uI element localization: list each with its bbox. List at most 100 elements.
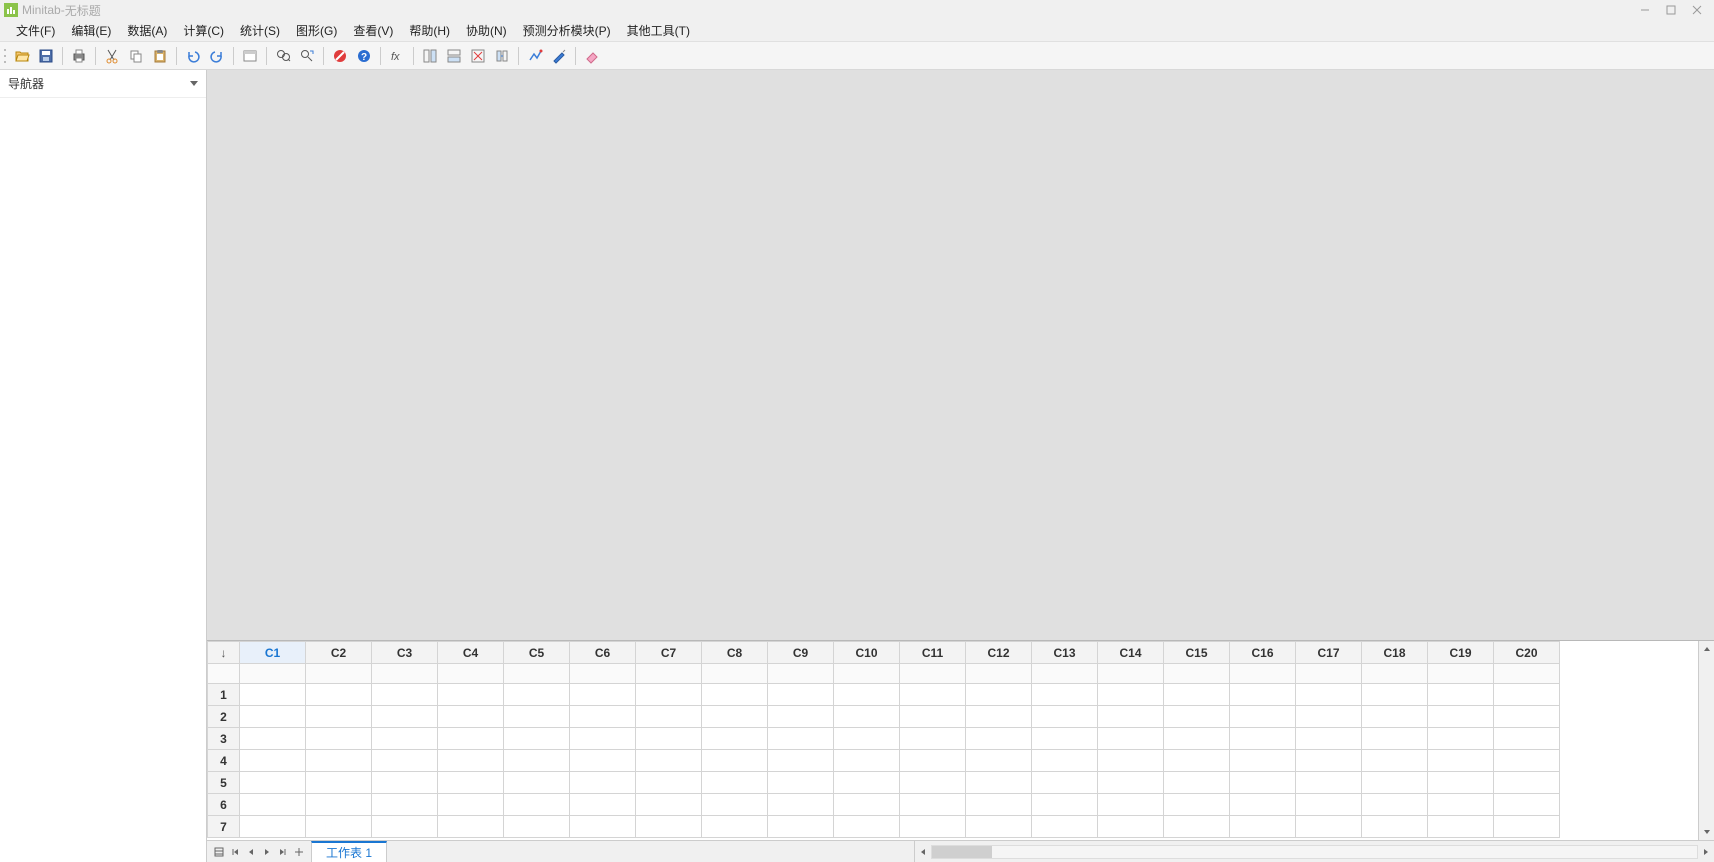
- data-cell[interactable]: [900, 750, 966, 772]
- menu-stat[interactable]: 统计(S): [232, 20, 288, 41]
- data-cell[interactable]: [636, 706, 702, 728]
- data-cell[interactable]: [570, 728, 636, 750]
- data-cell[interactable]: [1164, 684, 1230, 706]
- column-name-cell[interactable]: [1098, 664, 1164, 684]
- menu-assist[interactable]: 协助(N): [458, 20, 515, 41]
- undo-button[interactable]: [182, 45, 204, 67]
- data-cell[interactable]: [1032, 706, 1098, 728]
- close-button[interactable]: [1684, 1, 1710, 19]
- data-cell[interactable]: [372, 728, 438, 750]
- menu-view[interactable]: 查看(V): [345, 20, 401, 41]
- column-header[interactable]: C2: [306, 642, 372, 664]
- data-cell[interactable]: [834, 750, 900, 772]
- data-cell[interactable]: [1362, 772, 1428, 794]
- data-cell[interactable]: [1164, 706, 1230, 728]
- column-name-cell[interactable]: [1296, 664, 1362, 684]
- data-cell[interactable]: [1164, 750, 1230, 772]
- row-header[interactable]: 7: [208, 816, 240, 838]
- insert-row-button[interactable]: [443, 45, 465, 67]
- menu-data[interactable]: 数据(A): [119, 20, 175, 41]
- last-dialog-button[interactable]: [524, 45, 546, 67]
- data-cell[interactable]: [636, 772, 702, 794]
- data-cell[interactable]: [900, 684, 966, 706]
- menu-help[interactable]: 帮助(H): [401, 20, 458, 41]
- data-cell[interactable]: [702, 816, 768, 838]
- data-cell[interactable]: [306, 750, 372, 772]
- data-cell[interactable]: [1494, 728, 1560, 750]
- column-header[interactable]: C20: [1494, 642, 1560, 664]
- maximize-button[interactable]: [1658, 1, 1684, 19]
- data-cell[interactable]: [768, 684, 834, 706]
- data-cell[interactable]: [768, 728, 834, 750]
- cancel-command-button[interactable]: [329, 45, 351, 67]
- data-cell[interactable]: [504, 772, 570, 794]
- data-cell[interactable]: [1362, 794, 1428, 816]
- data-cell[interactable]: [1230, 684, 1296, 706]
- column-header[interactable]: C14: [1098, 642, 1164, 664]
- data-cell[interactable]: [1494, 684, 1560, 706]
- data-cell[interactable]: [438, 728, 504, 750]
- next-sheet-icon[interactable]: [259, 844, 275, 860]
- last-sheet-icon[interactable]: [275, 844, 291, 860]
- data-cell[interactable]: [636, 728, 702, 750]
- column-header[interactable]: C9: [768, 642, 834, 664]
- data-cell[interactable]: [1362, 684, 1428, 706]
- column-name-cell[interactable]: [240, 664, 306, 684]
- brush-button[interactable]: [548, 45, 570, 67]
- data-cell[interactable]: [966, 706, 1032, 728]
- data-cell[interactable]: [306, 794, 372, 816]
- data-cell[interactable]: [966, 794, 1032, 816]
- data-cell[interactable]: [1032, 684, 1098, 706]
- data-cell[interactable]: [1296, 794, 1362, 816]
- column-name-cell[interactable]: [1164, 664, 1230, 684]
- row-header[interactable]: 3: [208, 728, 240, 750]
- data-cell[interactable]: [1098, 772, 1164, 794]
- eraser-button[interactable]: [581, 45, 603, 67]
- find-button[interactable]: [272, 45, 294, 67]
- data-cell[interactable]: [702, 706, 768, 728]
- data-cell[interactable]: [834, 816, 900, 838]
- data-cell[interactable]: [1098, 728, 1164, 750]
- data-cell[interactable]: [438, 750, 504, 772]
- cut-button[interactable]: [101, 45, 123, 67]
- row-header[interactable]: 6: [208, 794, 240, 816]
- horizontal-scrollbar[interactable]: [914, 841, 1714, 862]
- column-name-cell[interactable]: [900, 664, 966, 684]
- menu-graph[interactable]: 图形(G): [288, 20, 345, 41]
- data-cell[interactable]: [900, 772, 966, 794]
- paste-button[interactable]: [149, 45, 171, 67]
- save-button[interactable]: [35, 45, 57, 67]
- column-name-cell[interactable]: [702, 664, 768, 684]
- data-cell[interactable]: [702, 684, 768, 706]
- data-cell[interactable]: [1098, 750, 1164, 772]
- data-cell[interactable]: [306, 816, 372, 838]
- data-cell[interactable]: [1032, 772, 1098, 794]
- data-cell[interactable]: [240, 728, 306, 750]
- menu-other-tools[interactable]: 其他工具(T): [619, 20, 698, 41]
- help-button[interactable]: ?: [353, 45, 375, 67]
- minimize-button[interactable]: [1632, 1, 1658, 19]
- navigator-header[interactable]: 导航器: [0, 70, 206, 98]
- data-cell[interactable]: [1230, 706, 1296, 728]
- data-cell[interactable]: [1296, 816, 1362, 838]
- data-cell[interactable]: [1164, 728, 1230, 750]
- data-cell[interactable]: [306, 706, 372, 728]
- find-replace-button[interactable]: [296, 45, 318, 67]
- data-cell[interactable]: [636, 794, 702, 816]
- column-header[interactable]: C6: [570, 642, 636, 664]
- menu-file[interactable]: 文件(F): [8, 20, 63, 41]
- move-columns-button[interactable]: [491, 45, 513, 67]
- column-name-cell[interactable]: [1230, 664, 1296, 684]
- column-name-cell[interactable]: [966, 664, 1032, 684]
- data-cell[interactable]: [1230, 750, 1296, 772]
- data-cell[interactable]: [1098, 816, 1164, 838]
- data-cell[interactable]: [372, 816, 438, 838]
- column-name-cell[interactable]: [504, 664, 570, 684]
- data-cell[interactable]: [966, 816, 1032, 838]
- data-cell[interactable]: [240, 794, 306, 816]
- prev-sheet-icon[interactable]: [243, 844, 259, 860]
- column-header[interactable]: C13: [1032, 642, 1098, 664]
- column-name-cell[interactable]: [636, 664, 702, 684]
- column-header[interactable]: C11: [900, 642, 966, 664]
- data-cell[interactable]: [1098, 684, 1164, 706]
